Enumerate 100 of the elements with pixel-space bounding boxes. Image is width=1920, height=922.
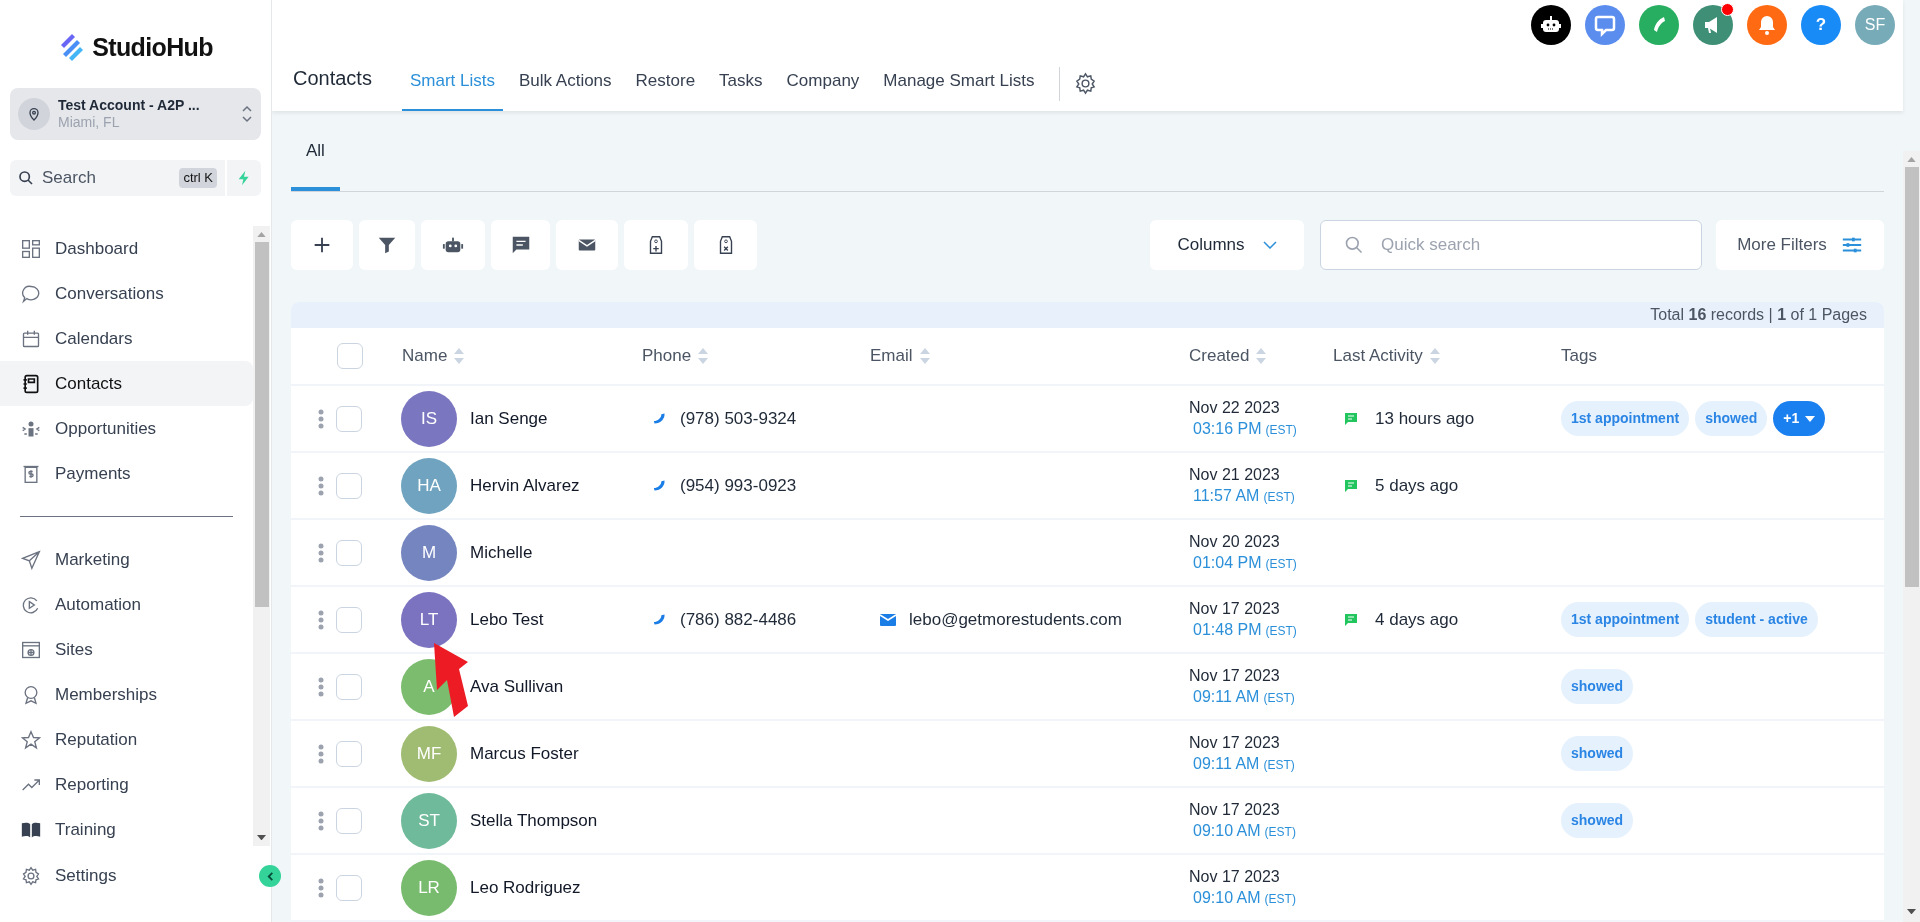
phone-button[interactable] <box>1639 5 1679 45</box>
nav-icon <box>21 594 41 615</box>
contact-name[interactable]: Stella Thompson <box>470 807 598 834</box>
shortcut-key: ctrl K <box>179 168 217 188</box>
scrollbar[interactable] <box>1903 151 1920 922</box>
contact-name[interactable]: Ava Sullivan <box>470 673 564 700</box>
scroll-up-icon[interactable] <box>257 232 266 238</box>
created-time: 03:16 PM <box>1193 418 1262 439</box>
phone-number[interactable]: (978) 503-9324 <box>680 405 797 432</box>
column-header[interactable]: Tags <box>1561 343 1597 369</box>
column-header[interactable]: Email <box>870 343 913 369</box>
tab[interactable]: Bulk Actions <box>510 67 620 111</box>
envelope-button[interactable] <box>556 220 618 270</box>
scroll-up-icon[interactable] <box>1907 157 1916 163</box>
contact-name[interactable]: Ian Senge <box>470 405 548 432</box>
phone-number[interactable]: (954) 993-0923 <box>680 472 797 499</box>
more-filters-button[interactable]: More Filters <box>1716 220 1884 270</box>
nav-item[interactable]: Settings <box>0 853 117 899</box>
nav-item[interactable]: Memberships <box>0 672 253 717</box>
checkbox[interactable] <box>336 539 362 566</box>
checkbox[interactable] <box>336 405 362 432</box>
caret-down-icon <box>1805 415 1816 422</box>
last-activity: 5 days ago <box>1375 474 1459 497</box>
contact-avatar: HA <box>401 457 457 514</box>
created-date: Nov 17 2023 <box>1189 665 1281 686</box>
checkbox[interactable] <box>336 807 362 834</box>
column-header[interactable]: Name <box>402 343 448 369</box>
phone-icon <box>652 411 667 426</box>
checkbox[interactable] <box>336 740 362 767</box>
scroll-down-icon[interactable] <box>1907 908 1916 914</box>
notifications-button[interactable] <box>1747 5 1787 45</box>
checkbox[interactable] <box>336 673 362 700</box>
announcement-button[interactable] <box>1693 5 1733 45</box>
created-time: 01:48 PM <box>1193 619 1262 640</box>
nav-item[interactable]: Automation <box>0 582 253 627</box>
contact-name[interactable]: Hervin Alvarez <box>470 472 580 499</box>
nav-item[interactable]: Training <box>0 807 253 846</box>
email-address[interactable]: lebo@getmorestudents.com <box>909 606 1122 633</box>
contact-name[interactable]: Marcus Foster <box>470 740 579 767</box>
column-header[interactable]: Last Activity <box>1333 343 1423 369</box>
tab[interactable]: Smart Lists <box>401 67 503 111</box>
message-icon <box>1345 412 1357 425</box>
nav-icon <box>21 328 41 349</box>
nav-item[interactable]: Conversations <box>0 271 253 316</box>
nav-item[interactable]: Contacts <box>0 361 253 406</box>
contact-name[interactable]: Lebo Test <box>470 606 544 633</box>
nav-item[interactable]: Reporting <box>0 762 253 807</box>
email-icon <box>880 613 896 626</box>
records-summary: Total 16 records | 1 of 1 Pages <box>1650 305 1867 325</box>
account-switcher[interactable]: Test Account - A2P ... Miami, FL <box>10 88 261 140</box>
nav-item[interactable]: Payments <box>0 451 253 496</box>
nav-item[interactable]: Sites <box>0 627 253 672</box>
chat-button[interactable] <box>1585 5 1625 45</box>
collapse-button[interactable] <box>259 865 281 887</box>
bot-button[interactable] <box>421 220 485 270</box>
checkbox[interactable] <box>336 874 362 901</box>
nav-icon <box>21 373 41 394</box>
created-time: 11:57 AM <box>1193 485 1260 506</box>
more-tags-button[interactable]: +1 <box>1773 401 1826 436</box>
search-placeholder: Search <box>42 167 97 190</box>
last-activity: 13 hours ago <box>1375 407 1475 430</box>
contact-name[interactable]: Michelle <box>470 539 533 566</box>
nav-icon <box>21 866 41 886</box>
page-title: Contacts <box>293 66 372 91</box>
message-button[interactable] <box>491 220 550 270</box>
nav-item[interactable]: Reputation <box>0 717 253 762</box>
phone-number[interactable]: (786) 882-4486 <box>680 606 797 633</box>
column-header[interactable]: Phone <box>642 343 692 369</box>
nav-item[interactable]: Dashboard <box>0 226 253 271</box>
tab[interactable]: Tasks <box>711 67 771 111</box>
columns-dropdown[interactable]: Columns <box>1150 220 1304 270</box>
scroll-down-icon[interactable] <box>257 834 266 840</box>
nav-item[interactable]: Marketing <box>0 537 253 582</box>
contact-avatar: MF <box>401 725 457 782</box>
drag-handle-icon <box>318 810 324 831</box>
bot-button[interactable] <box>1531 5 1571 45</box>
checkbox[interactable] <box>336 472 362 499</box>
tag-x-button[interactable] <box>694 220 757 270</box>
drag-handle-icon <box>318 475 324 496</box>
contact-name[interactable]: Leo Rodriguez <box>470 874 581 901</box>
created-date: Nov 17 2023 <box>1189 799 1281 820</box>
nav-item[interactable]: Opportunities <box>0 406 253 451</box>
filter-button[interactable] <box>359 220 415 270</box>
tag-plus-button[interactable] <box>624 220 688 270</box>
chat-icon <box>1593 13 1617 37</box>
list-tab[interactable]: All <box>291 137 340 191</box>
nav-icon <box>21 283 41 304</box>
location-pin-icon <box>26 106 42 122</box>
scrollbar[interactable] <box>253 226 270 846</box>
search-field[interactable]: Search ctrl K <box>10 160 225 196</box>
tab[interactable]: Company <box>778 67 868 111</box>
checkbox[interactable] <box>336 606 362 633</box>
quick-action-button[interactable] <box>227 160 261 196</box>
chevron-up-down-icon <box>241 104 253 124</box>
quick-search-field[interactable]: Quick search <box>1320 220 1702 270</box>
column-header[interactable]: Created <box>1189 343 1250 369</box>
tab[interactable]: Restore <box>627 67 704 111</box>
nav-item[interactable]: Calendars <box>0 316 253 361</box>
tab[interactable]: Manage Smart Lists <box>875 67 1043 111</box>
checkbox[interactable] <box>337 343 363 369</box>
